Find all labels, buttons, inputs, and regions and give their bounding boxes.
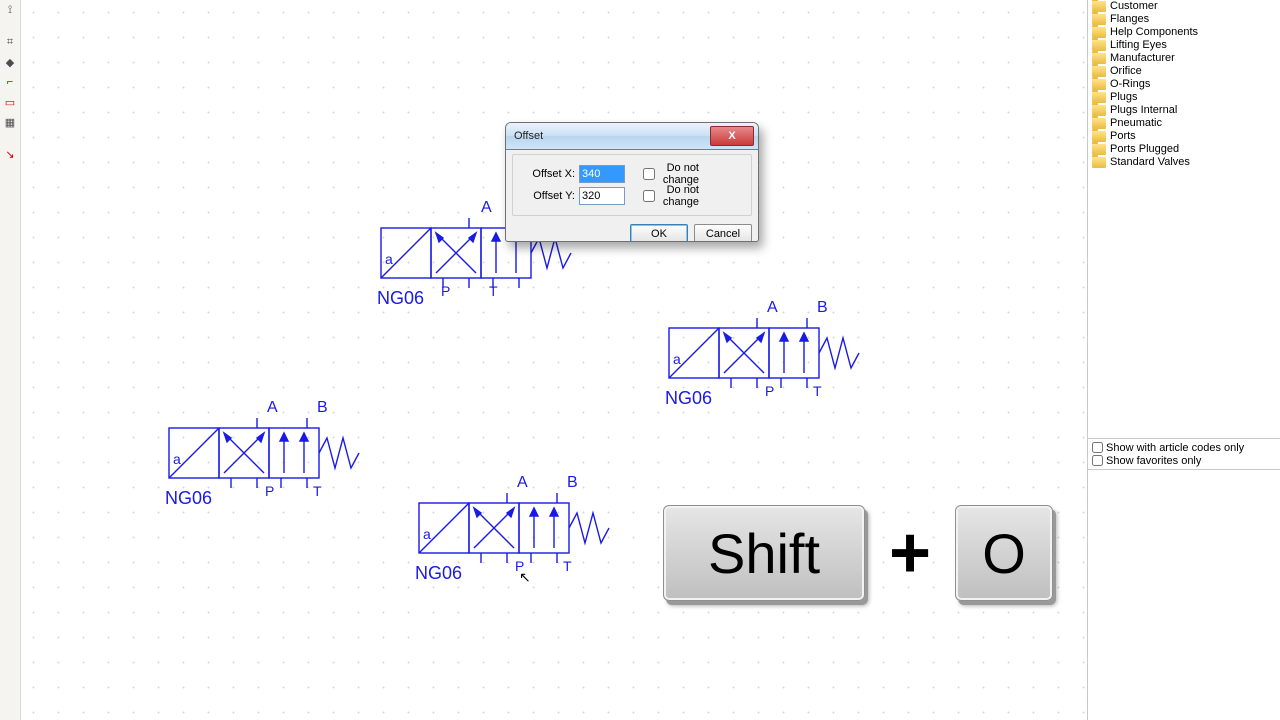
folder-icon xyxy=(1092,131,1106,142)
folder-icon xyxy=(1092,1,1106,12)
svg-text:B: B xyxy=(817,299,828,316)
folder-icon xyxy=(1092,92,1106,103)
folder-icon xyxy=(1092,79,1106,90)
left-toolbar: ⟟ ⌗ ◆ ⌐ ▭ ▦ ↘ xyxy=(0,0,21,720)
tool-l-shape-icon[interactable]: ⌐ xyxy=(2,74,18,90)
svg-text:A: A xyxy=(517,474,528,491)
tree-item-orifice[interactable]: Orifice xyxy=(1088,65,1280,78)
folder-icon xyxy=(1092,27,1106,38)
tree-item-label: Pneumatic xyxy=(1110,117,1162,130)
svg-text:T: T xyxy=(489,283,498,299)
svg-text:a: a xyxy=(385,251,393,267)
tree-item-label: Help Components xyxy=(1110,26,1198,39)
svg-text:NG06: NG06 xyxy=(665,388,712,408)
filter-favorites-label: Show favorites only xyxy=(1106,455,1201,467)
tool-pointer-icon[interactable]: ⟟ xyxy=(2,2,18,18)
component-panel: CustomerFlangesHelp ComponentsLifting Ey… xyxy=(1087,0,1280,720)
folder-icon xyxy=(1092,144,1106,155)
svg-text:B: B xyxy=(317,399,328,416)
preview-pane xyxy=(1088,469,1280,720)
cancel-button[interactable]: Cancel xyxy=(694,224,752,242)
svg-text:T: T xyxy=(813,383,822,399)
tool-node-icon[interactable]: ↘ xyxy=(2,146,18,162)
folder-icon xyxy=(1092,66,1106,77)
dialog-titlebar[interactable]: Offset X xyxy=(506,123,758,150)
component-tree[interactable]: CustomerFlangesHelp ComponentsLifting Ey… xyxy=(1088,0,1280,438)
tree-item-label: Orifice xyxy=(1110,65,1142,78)
tree-item-pneumatic[interactable]: Pneumatic xyxy=(1088,117,1280,130)
plus-icon: + xyxy=(889,512,931,594)
svg-text:NG06: NG06 xyxy=(165,488,212,508)
offset-y-label: Offset Y: xyxy=(519,190,575,202)
filter-favorites-checkbox[interactable] xyxy=(1092,455,1103,466)
nochangex-label: Do not change xyxy=(658,162,699,186)
ok-button[interactable]: OK xyxy=(630,224,688,242)
tree-item-o-rings[interactable]: O-Rings xyxy=(1088,78,1280,91)
key-o: O xyxy=(955,505,1053,601)
close-button[interactable]: X xyxy=(710,126,754,146)
svg-text:A: A xyxy=(767,299,778,316)
svg-text:NG06: NG06 xyxy=(415,563,462,583)
svg-text:T: T xyxy=(313,483,322,499)
folder-icon xyxy=(1092,40,1106,51)
tree-item-label: Customer xyxy=(1110,0,1158,13)
keyboard-hint: Shift + O xyxy=(663,505,1053,601)
svg-text:P: P xyxy=(441,283,450,299)
tree-item-lifting-eyes[interactable]: Lifting Eyes xyxy=(1088,39,1280,52)
tree-item-ports-plugged[interactable]: Ports Plugged xyxy=(1088,143,1280,156)
tree-item-manufacturer[interactable]: Manufacturer xyxy=(1088,52,1280,65)
folder-icon xyxy=(1092,105,1106,116)
tree-item-label: O-Rings xyxy=(1110,78,1150,91)
tree-item-label: Lifting Eyes xyxy=(1110,39,1167,52)
svg-text:A: A xyxy=(267,399,278,416)
nochangex-checkbox[interactable] xyxy=(643,168,655,180)
schematic-layer: A a P T NG06 A B a P T NG06 A B a P T NG… xyxy=(21,0,1081,720)
tree-item-plugs[interactable]: Plugs xyxy=(1088,91,1280,104)
close-icon: X xyxy=(728,130,735,142)
filter-article-codes-checkbox[interactable] xyxy=(1092,442,1103,453)
tree-item-label: Flanges xyxy=(1110,13,1149,26)
tool-grid-icon[interactable]: ▦ xyxy=(2,114,18,130)
nochangey-label: Do not change xyxy=(658,184,699,208)
svg-text:NG06: NG06 xyxy=(377,288,424,308)
nochangey-checkbox[interactable] xyxy=(643,190,655,202)
tool-group-icon[interactable]: ⌗ xyxy=(2,34,18,50)
filter-article-codes-label: Show with article codes only xyxy=(1106,442,1244,454)
tree-item-label: Ports xyxy=(1110,130,1136,143)
tree-item-label: Manufacturer xyxy=(1110,52,1175,65)
folder-icon xyxy=(1092,157,1106,168)
tool-rect-icon[interactable]: ▭ xyxy=(2,94,18,110)
tree-item-flanges[interactable]: Flanges xyxy=(1088,13,1280,26)
offset-x-input[interactable] xyxy=(579,165,625,183)
tree-item-standard-valves[interactable]: Standard Valves xyxy=(1088,156,1280,169)
tree-item-label: Plugs xyxy=(1110,91,1138,104)
tree-item-plugs-internal[interactable]: Plugs Internal xyxy=(1088,104,1280,117)
svg-text:P: P xyxy=(765,383,774,399)
dialog-title: Offset xyxy=(514,130,543,142)
svg-text:a: a xyxy=(173,451,181,467)
folder-icon xyxy=(1092,14,1106,25)
key-shift: Shift xyxy=(663,505,865,601)
offset-x-label: Offset X: xyxy=(519,168,575,180)
svg-text:P: P xyxy=(265,483,274,499)
tree-item-label: Plugs Internal xyxy=(1110,104,1177,117)
tree-item-customer[interactable]: Customer xyxy=(1088,0,1280,13)
tree-item-label: Ports Plugged xyxy=(1110,143,1179,156)
svg-text:P: P xyxy=(515,558,524,574)
folder-icon xyxy=(1092,53,1106,64)
drawing-canvas[interactable]: A a P T NG06 A B a P T NG06 A B a P T NG… xyxy=(21,0,1087,720)
svg-text:A: A xyxy=(481,199,492,216)
svg-text:T: T xyxy=(563,558,572,574)
tree-item-ports[interactable]: Ports xyxy=(1088,130,1280,143)
tree-item-help-components[interactable]: Help Components xyxy=(1088,26,1280,39)
offset-dialog: Offset X Offset X: Do not change Offset … xyxy=(505,122,759,242)
svg-text:a: a xyxy=(673,351,681,367)
svg-text:B: B xyxy=(567,474,578,491)
tool-diamond-icon[interactable]: ◆ xyxy=(2,54,18,70)
folder-icon xyxy=(1092,118,1106,129)
tree-item-label: Standard Valves xyxy=(1110,156,1190,169)
offset-y-input[interactable] xyxy=(579,187,625,205)
svg-text:a: a xyxy=(423,526,431,542)
